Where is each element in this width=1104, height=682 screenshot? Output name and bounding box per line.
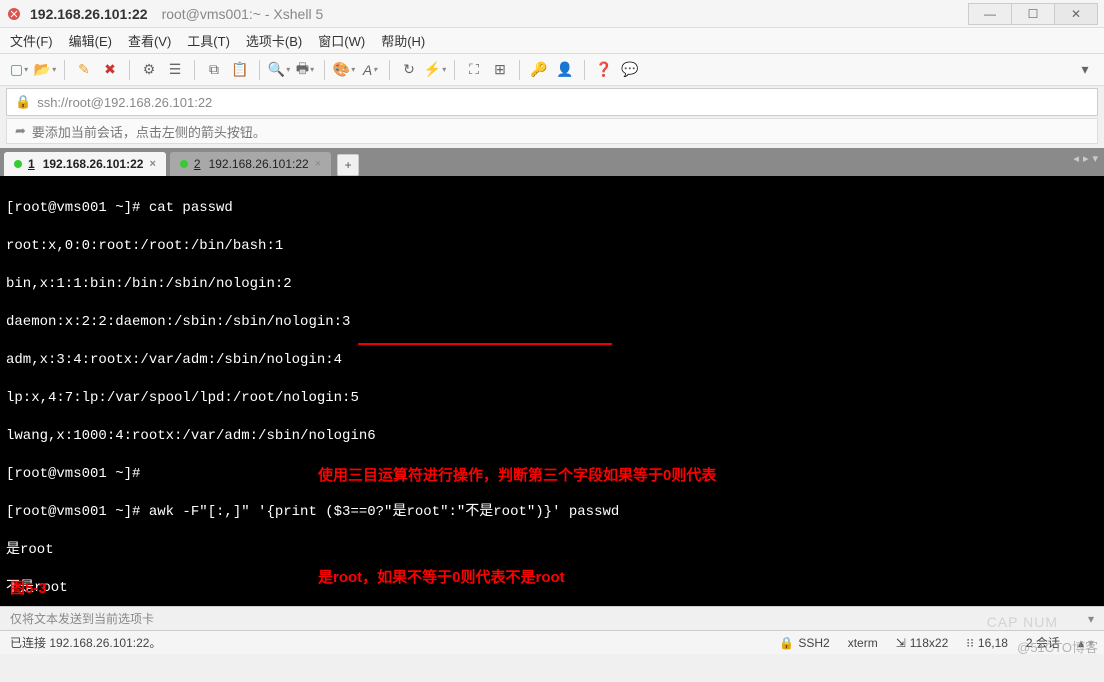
separator [64, 60, 65, 80]
help-icon[interactable]: ❓ [593, 59, 615, 81]
properties-icon[interactable]: ⚙ [138, 59, 160, 81]
status-pos: ⁝⁝16,18 [966, 636, 1008, 650]
maximize-button[interactable]: ☐ [1011, 3, 1055, 25]
key-icon[interactable]: 🔑 [528, 59, 550, 81]
hint-bar: ➦ 要添加当前会话，点击左侧的箭头按钮。 [6, 118, 1098, 144]
separator [324, 60, 325, 80]
tab-prev-icon[interactable]: ◂ [1073, 152, 1079, 165]
terminal-line: [root@vms001 ~]# cat passwd [6, 199, 1098, 218]
lock-icon: 🔒 [779, 636, 794, 650]
tab-next-icon[interactable]: ▸ [1083, 152, 1089, 165]
status-dot-icon [180, 160, 188, 168]
tab-close-icon[interactable]: × [315, 158, 321, 170]
window-title-sub: root@vms001:~ - Xshell 5 [162, 6, 324, 22]
status-bar: 已连接 192.168.26.101:22。 🔒SSH2 xterm ⇲118x… [0, 630, 1104, 654]
tab-nav: ◂ ▸ ▾ [1073, 152, 1098, 165]
app-icon [6, 6, 22, 22]
terminal-line: daemon:x:2:2:daemon:/sbin:/sbin/nologin:… [6, 313, 1098, 332]
tab-menu-icon[interactable]: ▾ [1092, 152, 1098, 165]
compose-bar[interactable]: 仅将文本发送到当前选项卡 ▾ [0, 606, 1104, 630]
callout-line-2: 是root，如果不等于0则代表不是root [318, 561, 716, 595]
compose-placeholder: 仅将文本发送到当前选项卡 [10, 610, 154, 627]
window-controls: — ☐ ✕ [969, 3, 1098, 25]
reconnect-icon[interactable]: ✎ [73, 59, 95, 81]
terminal[interactable]: [root@vms001 ~]# cat passwd root:x,0:0:r… [0, 176, 1104, 606]
status-term: xterm [848, 636, 878, 650]
tab-label: 192.168.26.101:22 [209, 157, 309, 171]
session-tab-2[interactable]: 2 192.168.26.101:22 × [170, 152, 331, 176]
separator [584, 60, 585, 80]
fullscreen-icon[interactable]: ⛶ [463, 59, 485, 81]
caplock-indicator: CAP NUM [987, 614, 1058, 630]
paste-icon[interactable]: 📋 [229, 59, 251, 81]
status-connected: 已连接 192.168.26.101:22。 [10, 634, 161, 651]
separator [519, 60, 520, 80]
resize-icon: ⇲ [896, 636, 906, 650]
find-icon[interactable]: 🔍 [268, 59, 290, 81]
profiles-icon[interactable]: ☰ [164, 59, 186, 81]
script-icon[interactable]: ⚡ [424, 59, 446, 81]
separator [194, 60, 195, 80]
tab-close-icon[interactable]: × [149, 158, 155, 170]
new-session-icon[interactable]: ▢ [8, 59, 30, 81]
menu-tabs[interactable]: 选项卡(B) [246, 31, 302, 50]
open-session-icon[interactable]: 📂 [34, 59, 56, 81]
address-text: ssh://root@192.168.26.101:22 [37, 95, 212, 110]
callout-line-1: 使用三目运算符进行操作，判断第三个字段如果等于0则代表 [318, 459, 716, 493]
new-tab-button[interactable]: + [337, 154, 359, 176]
menu-file[interactable]: 文件(F) [10, 31, 53, 50]
menu-window[interactable]: 窗口(W) [318, 31, 365, 50]
toolbar: ▢ 📂 ✎ ✖ ⚙ ☰ ⧉ 📋 🔍 🖶 🎨 A ↻ ⚡ ⛶ ⊞ 🔑 👤 ❓ 💬 … [0, 54, 1104, 86]
lock-icon: 🔒 [15, 94, 31, 110]
status-proto: 🔒SSH2 [779, 636, 829, 650]
print-icon[interactable]: 🖶 [294, 59, 316, 81]
separator [454, 60, 455, 80]
menu-tools[interactable]: 工具(T) [187, 31, 230, 50]
arrow-icon[interactable]: ➦ [15, 123, 26, 139]
watermark: @51CTO博客 [1017, 637, 1098, 656]
session-tab-1[interactable]: 1 192.168.26.101:22 × [4, 152, 166, 176]
terminal-line: bin,x:1:1:bin:/bin:/sbin/nologin:2 [6, 275, 1098, 294]
titlebar: 192.168.26.101:22 root@vms001:~ - Xshell… [0, 0, 1104, 28]
tile-icon[interactable]: ⊞ [489, 59, 511, 81]
toolbar-overflow-icon[interactable]: ▾ [1074, 59, 1096, 81]
tab-label: 192.168.26.101:22 [43, 157, 144, 171]
menu-help[interactable]: 帮助(H) [381, 31, 425, 50]
separator [389, 60, 390, 80]
compose-dropdown-icon[interactable]: ▾ [1088, 612, 1094, 626]
menu-edit[interactable]: 编辑(E) [69, 31, 112, 50]
font-icon[interactable]: A [359, 59, 381, 81]
separator [129, 60, 130, 80]
separator [259, 60, 260, 80]
palette-icon[interactable]: 🎨 [333, 59, 355, 81]
menubar: 文件(F) 编辑(E) 查看(V) 工具(T) 选项卡(B) 窗口(W) 帮助(… [0, 28, 1104, 54]
close-button[interactable]: ✕ [1054, 3, 1098, 25]
terminal-line: adm,x:3:4:rootx:/var/adm:/sbin/nologin:4 [6, 351, 1098, 370]
minimize-button[interactable]: — [968, 3, 1012, 25]
annotation-underline [358, 343, 612, 345]
status-size: ⇲118x22 [896, 636, 949, 650]
terminal-line: root:x,0:0:root:/root:/bin/bash:1 [6, 237, 1098, 256]
window-title-main: 192.168.26.101:22 [30, 6, 148, 22]
cursor-pos-icon: ⁝⁝ [966, 636, 974, 650]
copy-icon[interactable]: ⧉ [203, 59, 225, 81]
annotation-callout: 使用三目运算符进行操作，判断第三个字段如果等于0则代表 是root，如果不等于0… [318, 391, 716, 606]
menu-view[interactable]: 查看(V) [128, 31, 171, 50]
disconnect-icon[interactable]: ✖ [99, 59, 121, 81]
figure-label: 图5-3 [10, 579, 47, 598]
chat-icon[interactable]: 💬 [619, 59, 641, 81]
tab-index: 1 [28, 157, 35, 171]
address-bar[interactable]: 🔒 ssh://root@192.168.26.101:22 [6, 88, 1098, 116]
tab-bar: 1 192.168.26.101:22 × 2 192.168.26.101:2… [0, 148, 1104, 176]
sync-icon[interactable]: ↻ [398, 59, 420, 81]
tab-index: 2 [194, 157, 201, 171]
user-icon[interactable]: 👤 [554, 59, 576, 81]
hint-text: 要添加当前会话，点击左侧的箭头按钮。 [32, 122, 266, 141]
status-dot-icon [14, 160, 22, 168]
